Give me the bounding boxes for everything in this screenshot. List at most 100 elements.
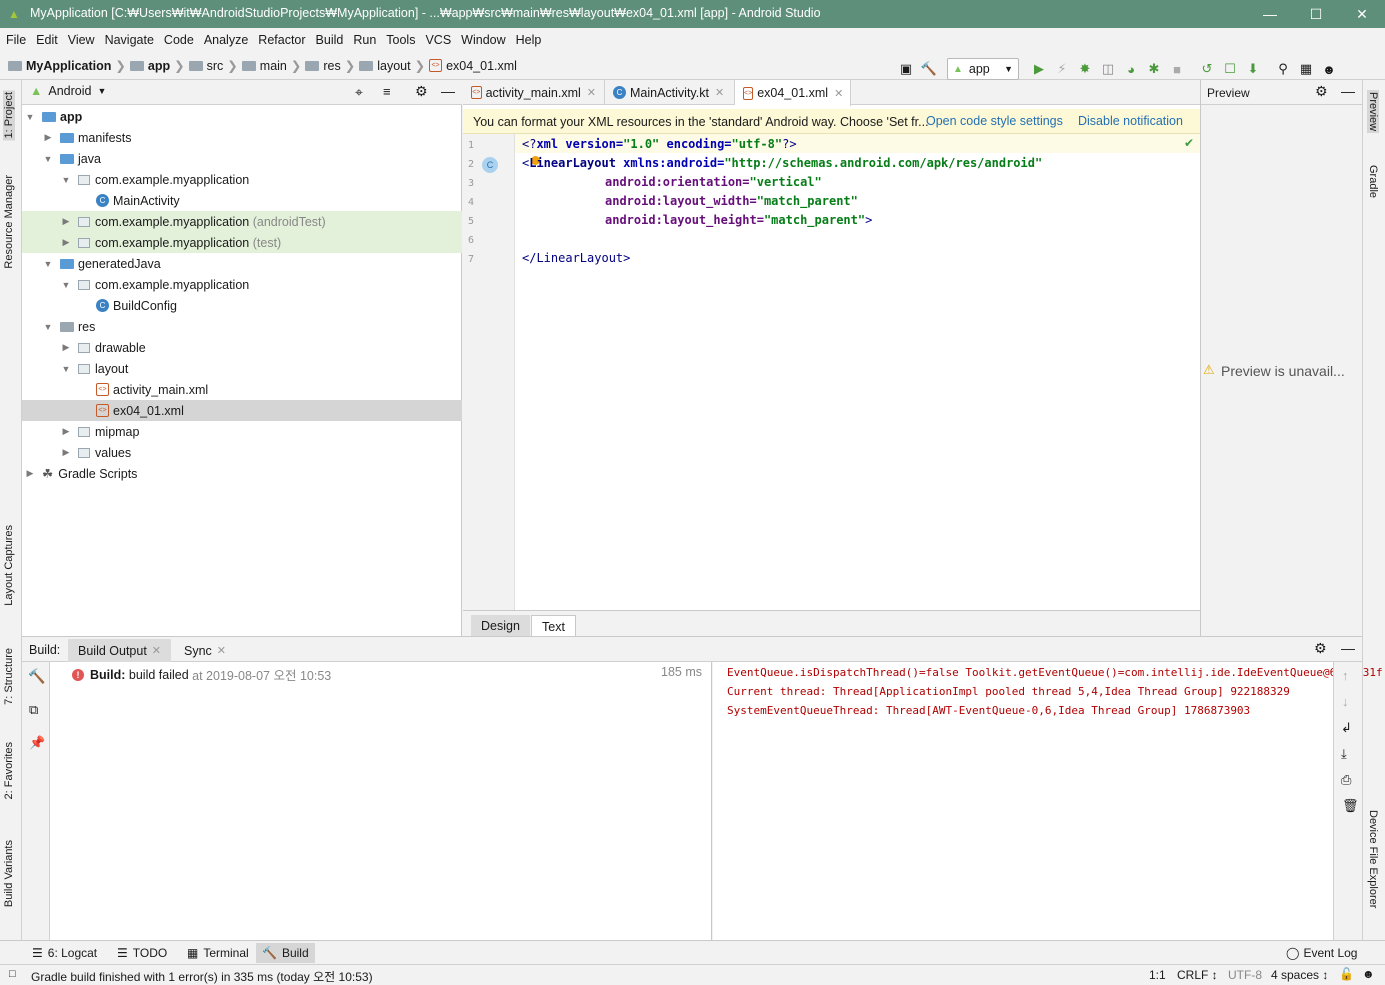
tab-layout-captures[interactable]: Layout Captures (3, 525, 15, 606)
tree-item-layout[interactable]: ▼ layout (22, 358, 462, 379)
menu-build[interactable]: Build (316, 33, 344, 47)
tree-item-package[interactable]: ▼ com.example.myapplication (22, 274, 462, 295)
tab-mainactivity-kt[interactable]: C MainActivity.kt ✕ (605, 80, 735, 105)
menu-tools[interactable]: Tools (386, 33, 415, 47)
tree-item-package[interactable]: ▼ com.example.myapplication (22, 169, 462, 190)
breadcrumb-app[interactable]: app ❯ (129, 58, 185, 73)
tree-item-ex04-01-xml[interactable]: <> ex04_01.xml (22, 400, 462, 421)
run-config-select[interactable]: ▲ app ▼ (947, 58, 1019, 80)
gear-icon[interactable]: ⚙ (1315, 83, 1328, 100)
build-console[interactable]: EventQueue.isDispatchThread()=false Tool… (713, 662, 1383, 940)
make-project-icon[interactable]: 🔨 (921, 61, 937, 77)
menu-navigate[interactable]: Navigate (105, 33, 154, 47)
menu-run[interactable]: Run (353, 33, 376, 47)
tab-structure[interactable]: 7: Structure (3, 648, 15, 705)
tree-item-app[interactable]: ▼ app (22, 106, 462, 127)
debug-icon[interactable]: ✸ (1077, 61, 1093, 77)
tree-item-activity-main-xml[interactable]: <> activity_main.xml (22, 379, 462, 400)
minimize-button[interactable]: — (1247, 0, 1293, 28)
tree-item-manifests[interactable]: ▶ manifests (22, 127, 462, 148)
code-line-3[interactable]: android:orientation="vertical" (605, 175, 822, 189)
tab-logcat[interactable]: ☰ 6: Logcat (26, 943, 103, 963)
toggle-view-icon[interactable]: ⧉ (29, 702, 38, 718)
disable-notification-link[interactable]: Disable notification (1078, 114, 1183, 128)
soft-wrap-icon[interactable]: ↲ (1341, 720, 1352, 736)
down-arrow-icon[interactable]: ↓ (1342, 694, 1349, 709)
menu-view[interactable]: View (68, 33, 95, 47)
project-view-select[interactable]: ▲ Android ▼ (30, 84, 106, 98)
menu-window[interactable]: Window (461, 33, 505, 47)
status-message[interactable]: Gradle build finished with 1 error(s) in… (31, 968, 373, 985)
tree-item-mipmap[interactable]: ▶ mipmap (22, 421, 462, 442)
breadcrumb-file[interactable]: <> ex04_01.xml (429, 59, 517, 73)
select-window-icon[interactable]: ▣ (898, 61, 914, 77)
tab-event-log[interactable]: ◯ Event Log (1280, 943, 1363, 963)
pin-icon[interactable]: 📌 (29, 735, 45, 751)
menu-edit[interactable]: Edit (36, 33, 58, 47)
tree-item-values[interactable]: ▶ values (22, 442, 462, 463)
collapse-all-icon[interactable]: ≡ (383, 84, 391, 99)
breadcrumb-main[interactable]: main ❯ (241, 58, 301, 73)
gear-icon[interactable]: ⚙ (1314, 640, 1327, 657)
up-arrow-icon[interactable]: ↑ (1342, 668, 1349, 683)
tree-item-java[interactable]: ▼ java (22, 148, 462, 169)
open-code-style-link[interactable]: Open code style settings (926, 114, 1063, 128)
line-separator[interactable]: CRLF ↕ (1177, 968, 1218, 982)
rebuild-icon[interactable]: 🔨 (28, 668, 45, 685)
breadcrumb-project[interactable]: MyApplication ❯ (8, 58, 126, 73)
tab-gradle[interactable]: Gradle (1367, 165, 1379, 198)
search-icon[interactable]: ⚲ (1275, 61, 1291, 77)
tree-item-package-androidtest[interactable]: ▶ com.example.myapplication (androidTest) (22, 211, 462, 232)
tab-device-file-explorer[interactable]: Device File Explorer (1367, 810, 1379, 908)
breadcrumb-src[interactable]: src ❯ (188, 58, 238, 73)
caret-position[interactable]: 1:1 (1149, 968, 1166, 982)
hide-icon[interactable]: — (1341, 640, 1355, 656)
print-icon[interactable]: ⎙ (1341, 772, 1351, 788)
code-line-1[interactable]: <?xml version="1.0" encoding="utf-8"?> (522, 137, 797, 151)
tab-ex04-01-xml[interactable]: <> ex04_01.xml ✕ (735, 80, 851, 106)
tab-activity-main-xml[interactable]: <> activity_main.xml ✕ (463, 80, 605, 105)
tree-item-res[interactable]: ▼ res (22, 316, 462, 337)
tree-item-generatedjava[interactable]: ▼ generatedJava (22, 253, 462, 274)
tree-item-drawable[interactable]: ▶ drawable (22, 337, 462, 358)
profile-icon[interactable]: ◕ (1123, 61, 1139, 77)
menu-code[interactable]: Code (164, 33, 194, 47)
close-button[interactable]: ✕ (1339, 0, 1385, 28)
trash-icon[interactable]: 🗑 (1342, 798, 1359, 814)
close-icon[interactable]: ✕ (152, 644, 161, 657)
inspector-icon[interactable]: ☻ (1362, 967, 1375, 981)
menu-analyze[interactable]: Analyze (204, 33, 248, 47)
hide-icon[interactable]: — (441, 83, 455, 99)
run-icon[interactable]: ▶ (1031, 61, 1047, 77)
toggle-tool-windows-icon[interactable]: □ (9, 968, 16, 980)
user-icon[interactable]: ☻ (1321, 61, 1337, 77)
menu-refactor[interactable]: Refactor (258, 33, 305, 47)
tree-item-package-test[interactable]: ▶ com.example.myapplication (test) (22, 232, 462, 253)
lock-icon[interactable]: 🔓 (1339, 967, 1354, 981)
stop-icon[interactable]: ■ (1169, 61, 1185, 77)
code-line-5[interactable]: android:layout_height="match_parent"> (605, 213, 872, 227)
tab-project[interactable]: 1: Project (3, 90, 15, 141)
code-line-4[interactable]: android:layout_width="match_parent" (605, 194, 858, 208)
attach-debugger-icon[interactable]: ✱ (1146, 61, 1162, 77)
tab-terminal[interactable]: ▦ Terminal (181, 943, 255, 963)
apply-changes-icon[interactable]: ⚡ (1054, 61, 1070, 77)
avd-manager-icon[interactable]: ☐ (1222, 61, 1238, 77)
close-icon[interactable]: ✕ (715, 86, 724, 99)
file-encoding[interactable]: UTF-8 (1228, 968, 1262, 982)
project-structure-icon[interactable]: ▦ (1298, 61, 1314, 77)
code-line-2[interactable]: <LinearLayout xmlns:android="http://sche… (522, 156, 1042, 170)
breadcrumb-layout[interactable]: layout ❯ (359, 58, 425, 73)
menu-help[interactable]: Help (516, 33, 542, 47)
sync-gradle-icon[interactable]: ↺ (1199, 61, 1215, 77)
tab-sync[interactable]: Sync ✕ (174, 639, 236, 662)
locate-icon[interactable]: ⌖ (355, 84, 363, 101)
close-icon[interactable]: ✕ (217, 644, 226, 657)
tree-item-buildconfig[interactable]: C BuildConfig (22, 295, 462, 316)
tab-build[interactable]: 🔨 Build (256, 943, 315, 963)
tree-item-mainactivity[interactable]: C MainActivity (22, 190, 462, 211)
tree-item-gradle-scripts[interactable]: ▶ ☘ Gradle Scripts (22, 463, 462, 484)
scroll-to-end-icon[interactable]: ⤓ (1341, 746, 1347, 762)
hide-icon[interactable]: — (1341, 83, 1355, 99)
tab-build-variants[interactable]: Build Variants (3, 840, 15, 907)
